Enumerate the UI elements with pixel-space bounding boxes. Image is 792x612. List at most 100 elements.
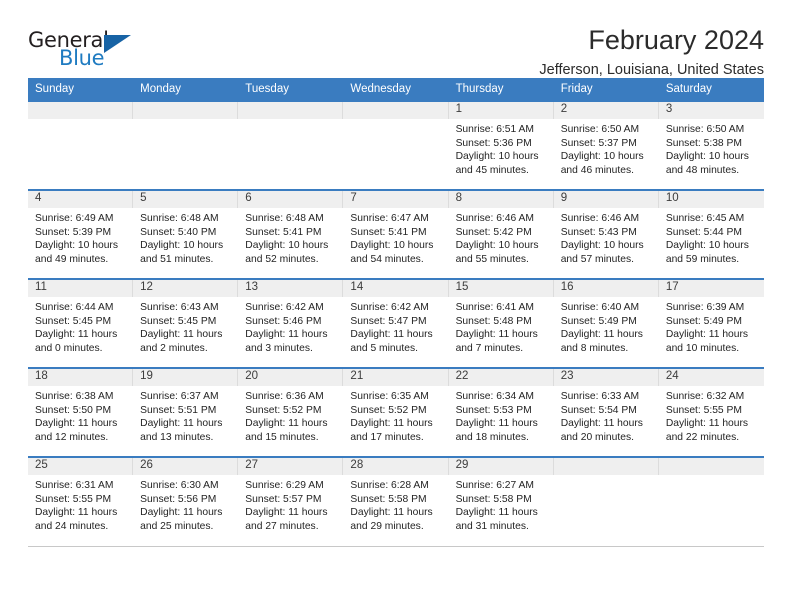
day-cell-inner: 25 Sunrise: 6:31 AM Sunset: 5:55 PM Dayligh…: [28, 458, 134, 546]
day-number: [28, 102, 134, 119]
day-sun-details: [343, 119, 448, 123]
day-number: 8: [448, 191, 554, 208]
detail-line-sunrise: Sunrise: 6:31 AM: [35, 480, 114, 491]
detail-line-daylight2: and 8 minutes.: [560, 342, 629, 354]
day-number: 24: [658, 369, 764, 386]
day-cell-inner: 5 Sunrise: 6:48 AM Sunset: 5:40 PM Daylight…: [133, 191, 239, 278]
calendar-day-cell[interactable]: 20 Sunrise: 6:36 AM Sunset: 5:52 PM Dayligh…: [238, 367, 344, 457]
location-subtitle: Jefferson, Louisiana, United States: [539, 62, 764, 79]
detail-line-sunrise: Sunrise: 6:46 AM: [560, 213, 640, 224]
day-cell-inner: 11 Sunrise: 6:44 AM Sunset: 5:45 PM Dayligh…: [28, 280, 134, 367]
calendar-day-cell[interactable]: 29 Sunrise: 6:27 AM Sunset: 5:58 PM Dayligh…: [448, 456, 554, 547]
day-cell-inner: 22 Sunrise: 6:34 AM Sunset: 5:53 PM Dayligh…: [448, 369, 554, 456]
calendar-body: 1 Sunrise: 6:51 AM Sunset: 5:36 PM Daylight…: [28, 100, 764, 547]
page-title: February 2024: [588, 25, 764, 55]
calendar-day-cell-empty: [553, 456, 659, 547]
calendar-day-cell[interactable]: 19 Sunrise: 6:37 AM Sunset: 5:51 PM Dayligh…: [133, 367, 239, 457]
day-number: [133, 102, 239, 119]
detail-line-daylight1: Daylight: 11 hours: [455, 507, 538, 519]
detail-line-sunrise: Sunrise: 6:48 AM: [245, 213, 324, 224]
generalblue-logo[interactable]: General Blue: [28, 26, 138, 72]
detail-line-sunset: Sunset: 5:51 PM: [140, 404, 217, 416]
calendar-day-cell[interactable]: 11 Sunrise: 6:44 AM Sunset: 5:45 PM Dayligh…: [28, 278, 134, 368]
calendar-day-cell[interactable]: 2 Sunrise: 6:50 AM Sunset: 5:37 PM Daylight…: [553, 100, 659, 190]
day-sun-details: Sunrise: 6:30 AM Sunset: 5:56 PM Daylight:…: [133, 475, 238, 533]
calendar-day-cell[interactable]: 9 Sunrise: 6:46 AM Sunset: 5:43 PM Daylight…: [553, 189, 659, 279]
calendar-day-cell[interactable]: 1 Sunrise: 6:51 AM Sunset: 5:36 PM Daylight…: [448, 100, 554, 190]
detail-line-sunset: Sunset: 5:49 PM: [560, 315, 637, 327]
day-cell-inner: [28, 102, 134, 189]
detail-line-sunset: Sunset: 5:43 PM: [560, 226, 637, 238]
detail-line-daylight1: Daylight: 11 hours: [35, 418, 118, 430]
detail-line-daylight1: Daylight: 11 hours: [560, 329, 643, 341]
detail-line-daylight1: Daylight: 11 hours: [245, 329, 328, 341]
day-sun-details: Sunrise: 6:50 AM Sunset: 5:38 PM Daylight:…: [659, 119, 764, 177]
calendar-day-cell[interactable]: 15 Sunrise: 6:41 AM Sunset: 5:48 PM Dayligh…: [448, 278, 554, 368]
calendar-day-cell[interactable]: 16 Sunrise: 6:40 AM Sunset: 5:49 PM Dayligh…: [553, 278, 659, 368]
calendar-day-cell[interactable]: 27 Sunrise: 6:29 AM Sunset: 5:57 PM Dayligh…: [238, 456, 344, 547]
day-cell-inner: 2 Sunrise: 6:50 AM Sunset: 5:37 PM Daylight…: [553, 102, 659, 189]
day-number: 17: [658, 280, 764, 297]
calendar-day-cell[interactable]: 18 Sunrise: 6:38 AM Sunset: 5:50 PM Dayligh…: [28, 367, 134, 457]
day-sun-details: Sunrise: 6:51 AM Sunset: 5:36 PM Daylight:…: [449, 119, 554, 177]
detail-line-daylight1: Daylight: 11 hours: [665, 329, 749, 341]
detail-line-sunrise: Sunrise: 6:38 AM: [35, 391, 114, 402]
calendar-day-cell[interactable]: 3 Sunrise: 6:50 AM Sunset: 5:38 PM Daylight…: [658, 100, 764, 190]
calendar-day-cell[interactable]: 12 Sunrise: 6:43 AM Sunset: 5:45 PM Dayligh…: [133, 278, 239, 368]
day-cell-inner: 16 Sunrise: 6:40 AM Sunset: 5:49 PM Dayligh…: [553, 280, 659, 367]
calendar-day-cell[interactable]: 13 Sunrise: 6:42 AM Sunset: 5:46 PM Dayligh…: [238, 278, 344, 368]
day-number: 29: [448, 458, 554, 475]
day-number: [553, 458, 659, 475]
calendar-day-cell[interactable]: 10 Sunrise: 6:45 AM Sunset: 5:44 PM Dayligh…: [658, 189, 764, 279]
day-number: 15: [448, 280, 554, 297]
detail-line-daylight2: and 51 minutes.: [140, 253, 214, 265]
detail-line-sunset: Sunset: 5:41 PM: [350, 226, 427, 238]
detail-line-daylight2: and 5 minutes.: [350, 342, 418, 354]
detail-line-sunrise: Sunrise: 6:42 AM: [245, 302, 324, 313]
detail-line-daylight1: Daylight: 11 hours: [140, 507, 223, 519]
detail-line-sunrise: Sunrise: 6:37 AM: [140, 391, 219, 402]
calendar-day-cell[interactable]: 25 Sunrise: 6:31 AM Sunset: 5:55 PM Dayligh…: [28, 456, 134, 547]
detail-line-sunrise: Sunrise: 6:41 AM: [455, 302, 534, 313]
calendar-day-cell[interactable]: 8 Sunrise: 6:46 AM Sunset: 5:42 PM Daylight…: [448, 189, 554, 279]
calendar-day-cell[interactable]: 7 Sunrise: 6:47 AM Sunset: 5:41 PM Daylight…: [343, 189, 449, 279]
calendar-day-cell[interactable]: 28 Sunrise: 6:28 AM Sunset: 5:58 PM Dayligh…: [343, 456, 449, 547]
detail-line-daylight1: Daylight: 11 hours: [245, 507, 328, 519]
calendar-day-cell[interactable]: 24 Sunrise: 6:32 AM Sunset: 5:55 PM Dayligh…: [658, 367, 764, 457]
day-cell-inner: 4 Sunrise: 6:49 AM Sunset: 5:39 PM Daylight…: [28, 191, 134, 278]
detail-line-daylight2: and 0 minutes.: [35, 342, 103, 354]
detail-line-daylight2: and 27 minutes.: [245, 520, 319, 532]
day-number: 27: [238, 458, 344, 475]
calendar-day-cell[interactable]: 23 Sunrise: 6:33 AM Sunset: 5:54 PM Dayligh…: [553, 367, 659, 457]
detail-line-sunset: Sunset: 5:49 PM: [665, 315, 742, 327]
calendar-day-cell[interactable]: 4 Sunrise: 6:49 AM Sunset: 5:39 PM Daylight…: [28, 189, 134, 279]
calendar-day-cell-empty: [343, 100, 449, 190]
detail-line-daylight2: and 55 minutes.: [455, 253, 529, 265]
day-cell-inner: 18 Sunrise: 6:38 AM Sunset: 5:50 PM Dayligh…: [28, 369, 134, 456]
day-cell-inner: 19 Sunrise: 6:37 AM Sunset: 5:51 PM Dayligh…: [133, 369, 239, 456]
detail-line-daylight2: and 57 minutes.: [560, 253, 634, 265]
weekday-header-tuesday: Tuesday: [238, 78, 344, 101]
detail-line-sunrise: Sunrise: 6:50 AM: [665, 124, 745, 135]
calendar-day-cell[interactable]: 22 Sunrise: 6:34 AM Sunset: 5:53 PM Dayligh…: [448, 367, 554, 457]
calendar-week-row: 1 Sunrise: 6:51 AM Sunset: 5:36 PM Daylight…: [28, 100, 764, 190]
day-cell-inner: [343, 102, 449, 189]
calendar-day-cell[interactable]: 5 Sunrise: 6:48 AM Sunset: 5:40 PM Daylight…: [133, 189, 239, 279]
detail-line-sunrise: Sunrise: 6:46 AM: [455, 213, 534, 224]
calendar-day-cell[interactable]: 17 Sunrise: 6:39 AM Sunset: 5:49 PM Dayligh…: [658, 278, 764, 368]
calendar-day-cell[interactable]: 6 Sunrise: 6:48 AM Sunset: 5:41 PM Daylight…: [238, 189, 344, 279]
detail-line-daylight1: Daylight: 11 hours: [140, 418, 223, 430]
calendar-day-cell[interactable]: 21 Sunrise: 6:35 AM Sunset: 5:52 PM Dayligh…: [343, 367, 449, 457]
calendar-page: General Blue February 2024 Jefferson, Lo…: [0, 0, 792, 612]
calendar-day-cell[interactable]: 14 Sunrise: 6:42 AM Sunset: 5:47 PM Dayligh…: [343, 278, 449, 368]
detail-line-daylight1: Daylight: 11 hours: [245, 418, 328, 430]
day-cell-inner: 21 Sunrise: 6:35 AM Sunset: 5:52 PM Dayligh…: [343, 369, 449, 456]
calendar-day-cell[interactable]: 26 Sunrise: 6:30 AM Sunset: 5:56 PM Dayligh…: [133, 456, 239, 547]
detail-line-daylight1: Daylight: 11 hours: [665, 418, 749, 430]
calendar-day-cell-empty: [238, 100, 344, 190]
detail-line-sunset: Sunset: 5:44 PM: [665, 226, 742, 238]
day-number: 23: [553, 369, 659, 386]
day-sun-details: Sunrise: 6:32 AM Sunset: 5:55 PM Daylight:…: [659, 386, 764, 444]
detail-line-sunset: Sunset: 5:39 PM: [35, 226, 112, 238]
detail-line-sunset: Sunset: 5:54 PM: [560, 404, 637, 416]
